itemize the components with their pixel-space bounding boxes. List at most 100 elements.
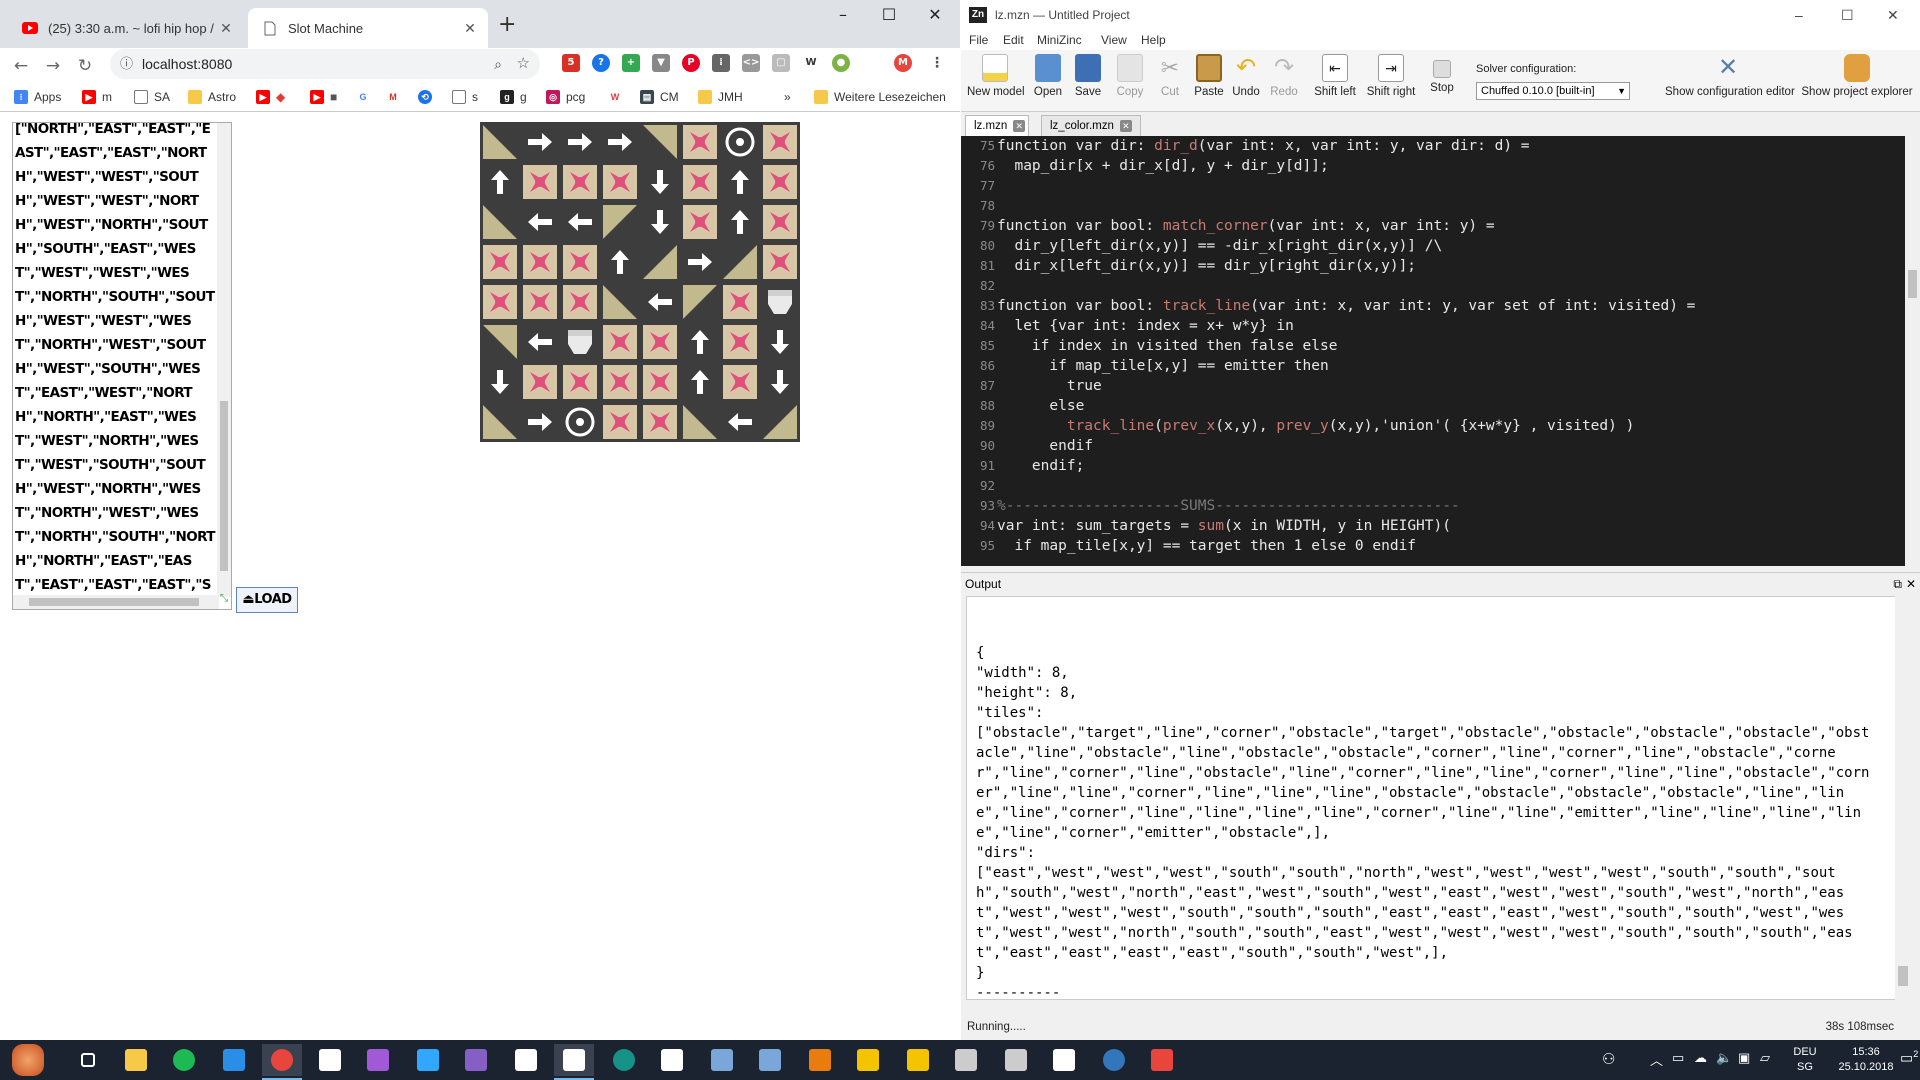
close-tab-icon[interactable]: ✕ (216, 20, 236, 37)
board-tile-target[interactable] (480, 242, 520, 282)
close-tab-icon[interactable]: ✕ (1013, 120, 1026, 132)
board-tile-arrow-right[interactable] (600, 122, 640, 162)
extension-icon[interactable]: ● (832, 54, 850, 72)
board-tile-arrow-up[interactable] (480, 162, 520, 202)
board-tile-target[interactable] (720, 322, 760, 362)
board-tile-arrow-left[interactable] (520, 322, 560, 362)
board-tile-target[interactable] (680, 162, 720, 202)
bookmark-youtube[interactable]: ▶ ◆ (256, 90, 285, 104)
menu-view[interactable]: View (1101, 33, 1127, 47)
board-tile-target[interactable] (560, 362, 600, 402)
vscode-icon[interactable] (214, 1044, 254, 1076)
close-tab-icon[interactable]: ✕ (1119, 120, 1132, 132)
unity-icon[interactable] (506, 1044, 546, 1076)
presentation-icon[interactable] (1142, 1044, 1182, 1076)
board-tile-arrow-up[interactable] (680, 322, 720, 362)
bookmark-sync[interactable]: ⟲ (418, 90, 438, 104)
file-explorer-icon[interactable] (116, 1044, 156, 1076)
close-window-button[interactable]: ✕ (912, 0, 958, 30)
store-icon[interactable] (310, 1044, 350, 1076)
board-tile-arrow-right[interactable] (520, 402, 560, 442)
board-tile-target[interactable] (640, 322, 680, 362)
photoshop-icon[interactable] (408, 1044, 448, 1076)
board-tile-corner[interactable] (480, 322, 520, 362)
minizinc-icon[interactable] (554, 1044, 594, 1080)
redo-button[interactable]: ↷ Redo (1267, 54, 1301, 98)
resize-handle-icon[interactable]: ⤡ (220, 593, 228, 604)
board-tile-target[interactable] (520, 282, 560, 322)
spotify-icon[interactable] (164, 1044, 204, 1076)
board-tile-arrow-left[interactable] (720, 402, 760, 442)
board-tile-obstacle[interactable] (560, 322, 600, 362)
board-tile-arrow-left[interactable] (520, 202, 560, 242)
extension-icon[interactable]: + (622, 54, 640, 72)
m-app-icon[interactable] (358, 1044, 398, 1076)
cube-icon[interactable] (946, 1044, 986, 1076)
blender-icon[interactable] (800, 1044, 840, 1076)
board-tile-arrow-up[interactable] (720, 162, 760, 202)
more-bookmarks[interactable]: » (784, 90, 791, 104)
undo-button[interactable]: ↶ Undo (1229, 54, 1263, 98)
board-tile-corner[interactable] (680, 402, 720, 442)
sun-icon[interactable] (898, 1044, 938, 1076)
close-window-button[interactable]: ✕ (1887, 0, 1899, 30)
textarea-horizontal-scrollbar[interactable] (13, 595, 219, 609)
board-tile-corner[interactable] (640, 122, 680, 162)
address-bar[interactable]: ⓘ localhost:8080 ⌕ ☆ (110, 49, 540, 79)
start-icon[interactable] (8, 1044, 48, 1076)
star-icon[interactable]: ☆ (517, 49, 530, 79)
close-panel-icon[interactable]: ✕ (1906, 573, 1916, 595)
cloud-icon[interactable]: ☁ (1694, 1050, 1707, 1066)
extension-icon[interactable]: W (802, 54, 820, 72)
minimize-button[interactable]: – (820, 0, 866, 30)
extension-icon[interactable]: 5 (562, 54, 580, 72)
show-config-editor-button[interactable]: ✕ Show configuration editor (1665, 54, 1795, 98)
reload-icon[interactable]: ↻ (72, 53, 98, 79)
board-tile-target[interactable] (640, 362, 680, 402)
board-tile-target[interactable] (480, 282, 520, 322)
textarea-vertical-scrollbar[interactable] (217, 123, 231, 597)
extension-icon[interactable]: ? (592, 54, 610, 72)
menu-edit[interactable]: Edit (1003, 33, 1024, 47)
maximize-button[interactable]: ☐ (866, 0, 912, 30)
board-tile-arrow-up[interactable] (600, 242, 640, 282)
notifications-icon[interactable]: ▭2 (1900, 1049, 1918, 1067)
bookmark-cm[interactable]: ▤ CM (640, 90, 679, 104)
gitkraken-icon[interactable] (604, 1044, 644, 1076)
board-tile-corner[interactable] (760, 402, 800, 442)
board-tile-corner[interactable] (600, 202, 640, 242)
board-tile-target[interactable] (520, 362, 560, 402)
box-icon[interactable] (1044, 1044, 1084, 1076)
bookmark-s[interactable]: s (452, 90, 478, 104)
extension-icon[interactable]: ▼ (652, 54, 670, 72)
save-button[interactable]: Save (1071, 54, 1105, 98)
board-tile-target[interactable] (760, 162, 800, 202)
virtual-machine-icon[interactable] (702, 1044, 742, 1076)
board-tile-target[interactable] (600, 322, 640, 362)
board-tile-corner[interactable] (720, 242, 760, 282)
extension-icon[interactable]: <> (742, 54, 760, 72)
board-tile-target[interactable] (520, 162, 560, 202)
shift-right-button[interactable]: ⇥ Shift right (1365, 54, 1417, 98)
board-tile-target[interactable] (520, 242, 560, 282)
board-tile-corner[interactable] (680, 282, 720, 322)
board-tile-arrow-right[interactable] (520, 122, 560, 162)
bookmark-google[interactable]: G (356, 90, 376, 104)
board-tile-arrow-down[interactable] (760, 362, 800, 402)
board-tile-target[interactable] (760, 202, 800, 242)
new-model-button[interactable]: New model (967, 54, 1025, 98)
zoom-icon[interactable]: ⌕ (494, 49, 502, 79)
bookmark-youtube-2[interactable]: ▶ ■ (310, 90, 337, 104)
tab-lz-mzn[interactable]: lz.mzn ✕ (965, 115, 1029, 136)
chrome-icon[interactable] (262, 1044, 302, 1080)
battery-icon[interactable]: ▭ (1672, 1050, 1684, 1066)
cut-button[interactable]: ✂ Cut (1153, 54, 1187, 98)
board-tile-target[interactable] (560, 242, 600, 282)
board-tile-target[interactable] (640, 402, 680, 442)
clock[interactable]: 15:36 25.10.2018 (1834, 1045, 1898, 1075)
board-tile-target[interactable] (600, 162, 640, 202)
photos-icon[interactable] (750, 1044, 790, 1076)
bookmark-apps[interactable]: ⁝ Apps (14, 90, 61, 104)
load-button[interactable]: ⏏LOAD (236, 587, 298, 613)
board-tile-corner[interactable] (480, 122, 520, 162)
